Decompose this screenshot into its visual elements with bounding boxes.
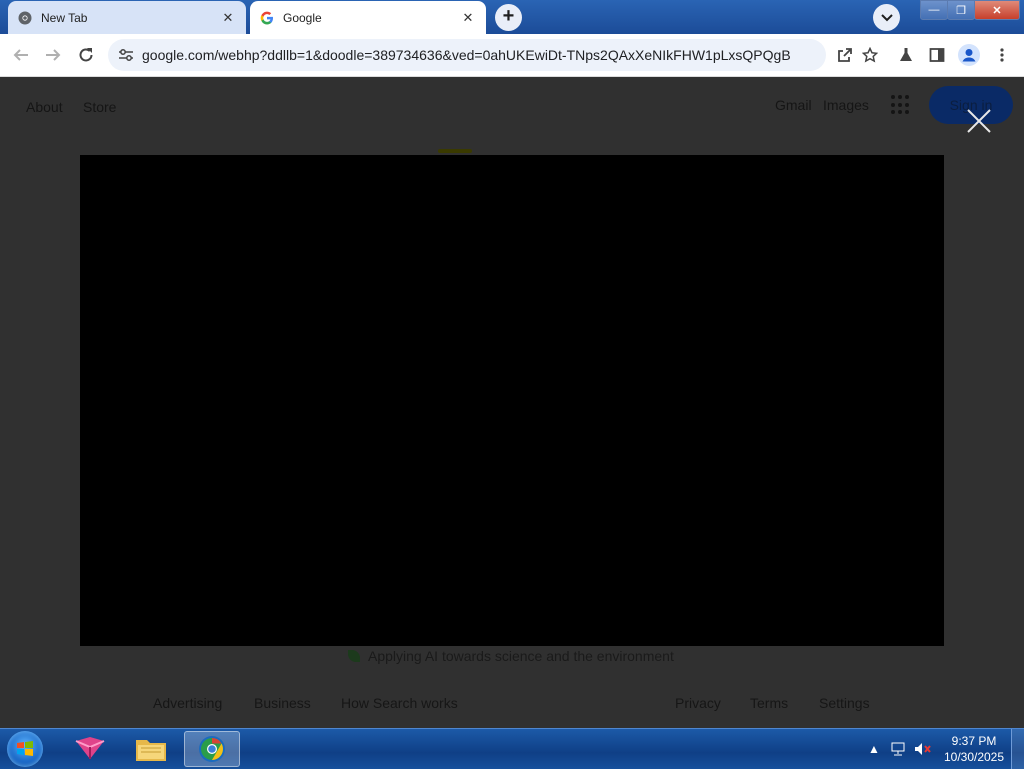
new-tab-button[interactable]: + xyxy=(495,4,522,31)
address-bar[interactable]: google.com/webhp?ddllb=1&doodle=38973463… xyxy=(108,39,826,71)
footer-privacy-link[interactable]: Privacy xyxy=(675,695,721,711)
windows-taskbar: ▲ 9:37 PM 10/30/2025 xyxy=(0,728,1024,769)
restore-button[interactable]: ❐ xyxy=(947,0,975,20)
profile-avatar-icon[interactable] xyxy=(957,43,981,67)
doodle-tab-marker xyxy=(438,149,472,153)
app-cube-icon[interactable] xyxy=(62,731,118,767)
tab-close-icon[interactable]: ✕ xyxy=(460,10,476,26)
url-text[interactable]: google.com/webhp?ddllb=1&doodle=38973463… xyxy=(142,47,791,63)
minimize-button[interactable]: — xyxy=(920,0,948,20)
close-icon[interactable] xyxy=(964,106,994,136)
file-explorer-icon[interactable] xyxy=(123,731,179,767)
chevron-down-icon xyxy=(880,13,893,21)
clock-time: 9:37 PM xyxy=(951,734,997,748)
back-arrow-icon xyxy=(13,49,28,61)
tab-new-tab[interactable]: New Tab ✕ xyxy=(8,1,246,34)
labs-flask-icon[interactable] xyxy=(894,43,918,67)
browser-toolbar: google.com/webhp?ddllb=1&doodle=38973463… xyxy=(0,34,1024,77)
bookmark-star-icon[interactable] xyxy=(858,43,882,67)
chrome-taskbar-icon[interactable] xyxy=(184,731,240,767)
forward-arrow-icon xyxy=(46,49,61,61)
site-info-icon[interactable] xyxy=(118,48,136,62)
reload-button[interactable] xyxy=(74,43,98,67)
footer-business-link[interactable]: Business xyxy=(254,695,311,711)
tab-title: New Tab xyxy=(41,10,88,25)
network-icon[interactable] xyxy=(890,729,906,769)
google-homepage: About Store Gmail Images Sign in Applyin… xyxy=(0,77,1024,728)
about-link[interactable]: About xyxy=(26,99,63,115)
store-link[interactable]: Store xyxy=(83,99,116,115)
browser-menu-icon[interactable] xyxy=(990,43,1014,67)
google-apps-icon[interactable] xyxy=(891,95,911,115)
tab-google[interactable]: Google ✕ xyxy=(250,1,486,34)
promo-link[interactable]: Applying AI towards science and the envi… xyxy=(348,648,674,664)
back-button[interactable] xyxy=(9,43,33,67)
window-controls: — ❐ ✕ xyxy=(920,0,1020,20)
tab-title: Google xyxy=(283,10,322,25)
footer-how-search-works-link[interactable]: How Search works xyxy=(341,695,458,711)
footer-terms-link[interactable]: Terms xyxy=(750,695,788,711)
doodle-video-frame[interactable] xyxy=(80,155,944,646)
tab-strip: New Tab ✕ Google ✕ + — ❐ ✕ xyxy=(0,0,1024,34)
volume-muted-icon[interactable] xyxy=(914,729,932,769)
images-link[interactable]: Images xyxy=(823,97,869,113)
clock-date: 10/30/2025 xyxy=(943,750,1005,764)
chrome-icon xyxy=(18,11,32,25)
footer-settings-link[interactable]: Settings xyxy=(819,695,870,711)
side-panel-icon[interactable] xyxy=(925,43,949,67)
start-orb-icon[interactable] xyxy=(7,731,43,767)
share-icon[interactable] xyxy=(833,43,857,67)
google-g-icon xyxy=(260,11,274,25)
tab-search-button[interactable] xyxy=(873,4,900,31)
promo-text: Applying AI towards science and the envi… xyxy=(368,648,674,664)
show-desktop-button[interactable] xyxy=(1011,729,1024,769)
tray-expand-icon[interactable]: ▲ xyxy=(868,729,880,769)
reload-icon xyxy=(79,48,93,62)
gmail-link[interactable]: Gmail xyxy=(775,97,812,113)
leaf-icon xyxy=(348,650,360,662)
system-clock[interactable]: 9:37 PM 10/30/2025 xyxy=(938,733,1010,765)
window-close-button[interactable]: ✕ xyxy=(974,0,1020,20)
tab-close-icon[interactable]: ✕ xyxy=(220,10,236,26)
footer-advertising-link[interactable]: Advertising xyxy=(153,695,222,711)
forward-button[interactable] xyxy=(41,43,65,67)
